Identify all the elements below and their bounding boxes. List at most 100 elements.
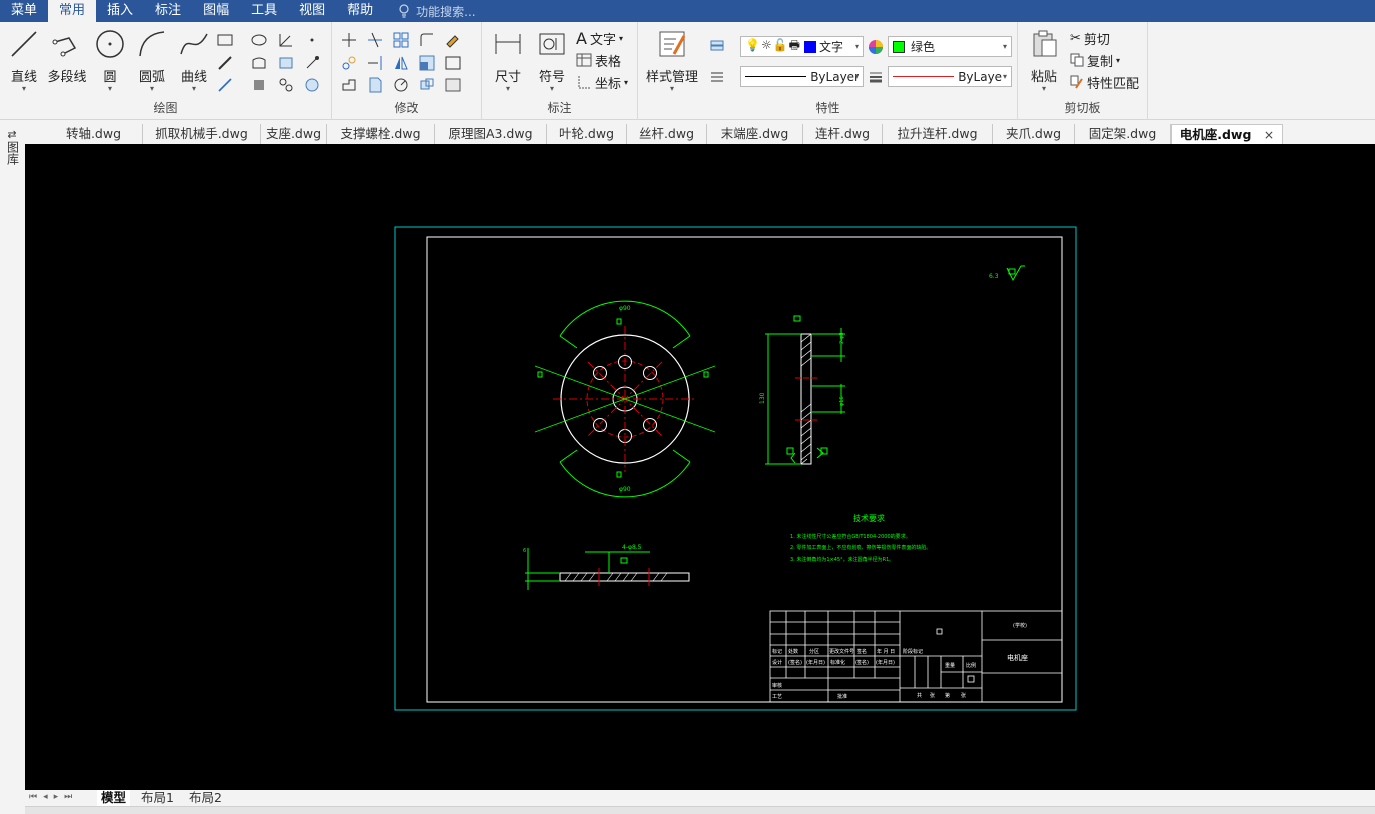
circle-button[interactable]: 圆 ▾	[88, 28, 132, 93]
wipeout-icon[interactable]	[303, 76, 321, 94]
drawing-canvas[interactable]: 6.3 φ90 φ90 130 2-φ8 φ16 6 4-φ8.5 技术要求 1…	[25, 144, 1375, 790]
hatch-line-icon[interactable]	[216, 54, 234, 72]
trim-icon[interactable]	[366, 31, 384, 49]
tb-r2-4: (签名)	[855, 659, 869, 666]
lineweight-select[interactable]: ByLayer ▾	[888, 66, 1012, 87]
line-label: 直线	[10, 70, 37, 85]
menu-tab-home[interactable]: 常用	[48, 0, 97, 22]
doc-tab[interactable]: 转轴.dwg	[45, 124, 143, 145]
extend-icon[interactable]	[366, 54, 384, 72]
last-layout-icon[interactable]: ⏭	[64, 792, 78, 802]
doc-tab[interactable]: 丝杆.dwg	[627, 124, 707, 145]
arc-button[interactable]: 圆弧 ▾	[130, 28, 174, 93]
text-label: 文字	[589, 32, 616, 48]
doc-tab[interactable]: 连杆.dwg	[803, 124, 883, 145]
doc-tab[interactable]: 末端座.dwg	[707, 124, 803, 145]
library-button[interactable]: ⇄ 图库	[4, 128, 20, 168]
rotate-icon[interactable]	[392, 76, 410, 94]
fillet-icon[interactable]	[418, 31, 436, 49]
line-button[interactable]: 直线 ▾	[2, 28, 46, 93]
doc-tab[interactable]: 拉升连杆.dwg	[883, 124, 993, 145]
menu-tab-view[interactable]: 视图	[288, 0, 336, 22]
spline-button[interactable]: 曲线 ▾	[172, 28, 216, 93]
next-layout-icon[interactable]: ▸	[54, 792, 65, 802]
doc-tab[interactable]: 固定架.dwg	[1075, 124, 1171, 145]
color-wheel-icon[interactable]	[867, 38, 885, 56]
linetype-icon[interactable]	[708, 68, 726, 86]
chevron-down-icon: ▾	[549, 84, 554, 93]
close-icon[interactable]: ×	[1264, 127, 1274, 142]
feature-search[interactable]: 功能搜索...	[398, 3, 476, 20]
dimension-button[interactable]: 尺寸 ▾	[486, 28, 530, 93]
edit-icon[interactable]	[444, 76, 462, 94]
first-layout-icon[interactable]: ⏮	[29, 792, 43, 802]
layout-tab-1[interactable]: 布局1	[141, 790, 174, 806]
group-draw: 直线 ▾ 多段线 圆 ▾ 圆弧 ▾ 曲线 ▾ 绘图	[0, 22, 332, 120]
scale-icon[interactable]	[418, 54, 436, 72]
text-button[interactable]: A 文字 ▾	[576, 28, 623, 48]
coordinate-button[interactable]: 坐标 ▾	[576, 72, 628, 92]
match-properties-button[interactable]: 特性匹配	[1070, 72, 1139, 92]
doc-tab-active[interactable]: 电机座.dwg ×	[1171, 124, 1283, 145]
doc-tab[interactable]: 支座.dwg	[261, 124, 327, 145]
centerline-icon[interactable]	[216, 76, 234, 94]
mirror-icon[interactable]	[392, 54, 410, 72]
tb-r1-3: 更改文件号	[829, 648, 854, 655]
menu-tab-insert[interactable]: 插入	[96, 0, 144, 22]
color-select[interactable]: 绿色 ▾	[888, 36, 1012, 57]
erase-icon[interactable]	[444, 31, 462, 49]
menu-tab-help[interactable]: 帮助	[336, 0, 384, 22]
cut-button[interactable]: ✂ 剪切	[1070, 28, 1110, 48]
layer-manager-icon[interactable]	[708, 38, 726, 56]
layout-tab-model[interactable]: 模型	[97, 790, 131, 806]
doc-tab[interactable]: 支撑螺栓.dwg	[327, 124, 435, 145]
doc-tab[interactable]: 夹爪.dwg	[993, 124, 1075, 145]
angle-icon[interactable]	[277, 31, 295, 49]
region-icon[interactable]	[250, 54, 268, 72]
array-icon[interactable]	[392, 31, 410, 49]
menu-tab-tools[interactable]: 工具	[240, 0, 288, 22]
dim-top-label: φ90	[619, 305, 631, 312]
dimension-icon	[495, 34, 521, 54]
ellipse-icon[interactable]	[250, 31, 268, 49]
point-icon[interactable]	[303, 31, 321, 49]
dim-bottom-label: φ90	[619, 486, 631, 493]
offset-icon[interactable]	[444, 54, 462, 72]
doc-tab[interactable]: 原理图A3.dwg	[435, 124, 547, 145]
drawing-svg: 6.3 φ90 φ90 130 2-φ8 φ16 6 4-φ8.5 技术要求 1…	[394, 226, 1077, 711]
polyline-button[interactable]: 多段线	[44, 28, 90, 85]
rectangle-icon[interactable]	[216, 31, 234, 49]
break-icon[interactable]	[366, 76, 384, 94]
menu-tab-main[interactable]: 菜单	[0, 0, 48, 22]
layout-scrollbar[interactable]	[25, 806, 1375, 814]
menu-tab-sheet[interactable]: 图幅	[192, 0, 240, 22]
dim-holes-label: 4-φ8.5	[622, 544, 642, 551]
move-icon[interactable]	[340, 31, 358, 49]
circle-icon	[96, 30, 124, 58]
symbol-label: 符号	[538, 70, 565, 85]
dim-thickness-mark: 6	[523, 548, 526, 554]
block-icon[interactable]	[277, 54, 295, 72]
pick-point-icon[interactable]	[303, 54, 321, 72]
symbol-button[interactable]: 符号 ▾	[530, 28, 574, 93]
paste-button[interactable]: 粘贴 ▾	[1022, 28, 1066, 93]
table-button[interactable]: 表格	[576, 50, 621, 70]
style-manager-button[interactable]: 样式管理 ▾	[642, 28, 702, 93]
copy-button[interactable]: 复制 ▾	[1070, 50, 1120, 70]
boundary-icon[interactable]	[250, 76, 268, 94]
lineweight-icon[interactable]	[867, 68, 885, 86]
ribbon: 直线 ▾ 多段线 圆 ▾ 圆弧 ▾ 曲线 ▾ 绘图 修改 尺寸 ▾ 符号 ▾ A…	[0, 22, 1375, 120]
prev-layout-icon[interactable]: ◂	[43, 792, 54, 802]
doc-tab[interactable]: 抓取机械手.dwg	[143, 124, 261, 145]
style-manager-icon	[659, 31, 686, 57]
menu-tab-annotate[interactable]: 标注	[144, 0, 192, 22]
multi-shape-icon[interactable]	[277, 76, 295, 94]
explode-icon[interactable]	[418, 76, 436, 94]
linetype-select[interactable]: ByLayer ▾	[740, 66, 864, 87]
copy-object-icon[interactable]	[340, 54, 358, 72]
doc-tab[interactable]: 叶轮.dwg	[547, 124, 627, 145]
layer-select[interactable]: 💡☼🔓🖶 文字 ▾	[740, 36, 864, 57]
stretch-icon[interactable]	[340, 76, 358, 94]
tb-r1-4: 签名	[857, 648, 867, 655]
layout-tab-2[interactable]: 布局2	[189, 790, 222, 806]
